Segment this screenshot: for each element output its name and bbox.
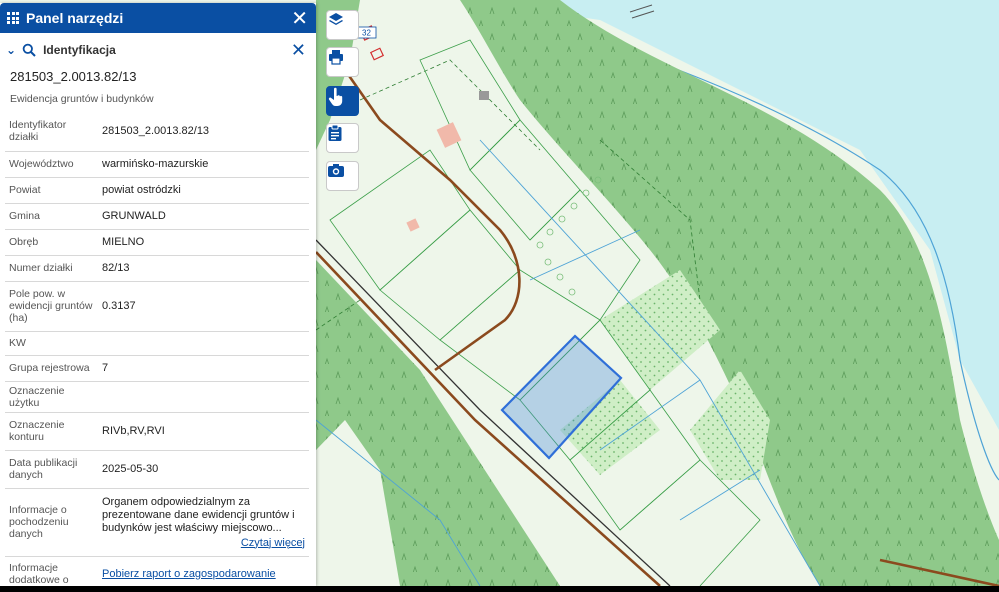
attr-value: warmińsko-mazurskie [98,151,309,178]
attr-key: Identyfikator działki [5,111,98,152]
attribute-table: Identyfikator działki 281503_2.0013.82/1… [5,111,309,586]
table-row: Oznaczenie konturu RIVb,RV,RVI [5,412,309,451]
report-link[interactable]: Pobierz raport o zagospodarowanie [102,568,276,580]
apps-grid-icon[interactable] [7,12,19,24]
attr-value: 0.3137 [98,281,309,332]
attr-key: Gmina [5,203,98,230]
identification-section-header[interactable]: ⌄ Identyfikacja ✕ [0,33,316,67]
table-row: Numer działki 82/13 [5,255,309,282]
attr-value-cell: Pobierz raport o zagospodarowanie [98,556,309,586]
table-row: KW [5,331,309,356]
attr-value: 82/13 [98,255,309,282]
attr-key: Obręb [5,229,98,256]
attr-key: Oznaczenie konturu [5,412,98,451]
table-row: Obręb MIELNO [5,229,309,256]
chevron-down-icon[interactable]: ⌄ [6,43,16,57]
attr-value: RIVb,RV,RVI [98,412,309,451]
identify-button[interactable] [326,86,359,116]
table-row: Powiat powiat ostródzki [5,177,309,204]
attr-value: MIELNO [98,229,309,256]
map-marker-label: 32 [362,29,371,38]
attr-value: GRUNWALD [98,203,309,230]
table-row: Oznaczenie użytku [5,381,309,413]
attr-key: KW [5,331,98,356]
attr-value [98,331,309,356]
parcel-id: 281503_2.0013.82/13 [10,69,137,84]
attr-value: 281503_2.0013.82/13 [98,111,309,152]
attr-key: Numer działki [5,255,98,282]
table-row: Identyfikator działki 281503_2.0013.82/1… [5,111,309,152]
attr-key: Powiat [5,177,98,204]
clipboard-button[interactable] [326,123,359,153]
panel-header: Panel narzędzi ✕ [0,3,316,33]
identify-hand-icon [328,87,343,106]
table-row: Informacje dodatkowe o Pobierz raport o … [5,556,309,586]
camera-icon [328,164,344,177]
attr-value: Organem odpowiedzialnym za prezentowane … [102,495,295,534]
attr-value [98,381,309,413]
attr-value: 2025-05-30 [98,450,309,489]
print-icon [329,50,343,65]
section-label: Identyfikacja [43,43,116,57]
read-more-link[interactable]: Czytaj więcej [102,537,305,549]
attr-key: Grupa rejestrowa [5,355,98,382]
attr-key: Pole pow. w ewidencji gruntów (ha) [5,281,98,332]
attr-key: Informacje dodatkowe o [5,556,98,586]
panel-title: Panel narzędzi [26,10,124,26]
layers-icon [329,13,343,25]
attr-key: Oznaczenie użytku [5,381,98,413]
table-row: Pole pow. w ewidencji gruntów (ha) 0.313… [5,281,309,332]
attr-value: 7 [98,355,309,382]
table-row: Gmina GRUNWALD [5,203,309,230]
attr-key: Informacje o pochodzeniu danych [5,488,98,557]
attr-value-cell: Organem odpowiedzialnym za prezentowane … [98,488,309,557]
table-row: Informacje o pochodzeniu danych Organem … [5,488,309,557]
clipboard-icon [328,124,342,141]
layers-button[interactable] [326,10,359,40]
search-icon [22,43,36,57]
print-button[interactable] [326,47,359,77]
screenshot-button[interactable] [326,161,359,191]
table-row: Data publikacji danych 2025-05-30 [5,450,309,489]
close-icon[interactable]: ✕ [291,8,308,28]
parcel-subtitle: Ewidencja gruntów i budynków [10,93,154,105]
section-close-icon[interactable]: ✕ [291,40,306,61]
tool-panel: Panel narzędzi ✕ ⌄ Identyfikacja ✕ 28150… [0,3,316,586]
attr-key: Województwo [5,151,98,178]
attr-key: Data publikacji danych [5,450,98,489]
attr-value: powiat ostródzki [98,177,309,204]
table-row: Województwo warmińsko-mazurskie [5,151,309,178]
table-row: Grupa rejestrowa 7 [5,355,309,382]
